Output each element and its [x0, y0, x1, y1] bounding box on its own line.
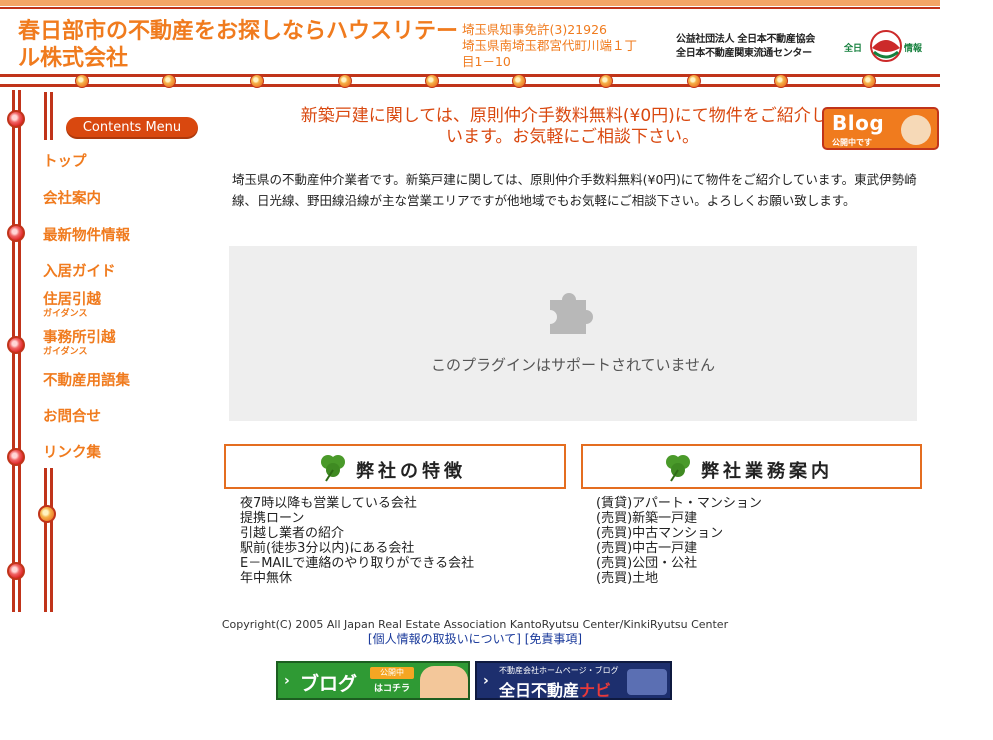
services-title: 弊社業務案内	[701, 461, 833, 482]
zennichi-logo[interactable]: 全日 情報	[842, 26, 930, 66]
navi-banner[interactable]: › 不動産会社ホームページ・ブログ 全日不動産ナビ	[475, 661, 672, 700]
site-title[interactable]: 春日部市の不動産をお探しならハウスリテール株式会社	[18, 18, 458, 72]
header-rail-bottom	[0, 84, 940, 87]
list-item: (賃貸)アパート・マンション	[596, 496, 762, 511]
rail-mid-2	[50, 92, 53, 140]
contents-menu-title: Contents Menu	[66, 117, 198, 139]
privacy-policy-link[interactable]: [個人情報の取扱いについて]	[368, 632, 521, 646]
nav-links[interactable]: リンク集	[43, 441, 101, 462]
plugin-unsupported-message: このプラグインはサポートされていません	[430, 356, 716, 374]
features-title: 弊社の特徴	[356, 461, 466, 482]
footer-links: [個人情報の取扱いについて] [免責事項]	[190, 630, 760, 647]
nav-top[interactable]: トップ	[43, 150, 87, 171]
top-rule-dark	[0, 7, 940, 9]
list-item: 夜7時以降も営業している会社	[240, 496, 417, 511]
nav-move-in-guide[interactable]: 入居ガイド	[43, 260, 116, 281]
nav-home-moving-sub: ガイダンス	[43, 309, 88, 319]
blog-banner-badge: 公開中	[370, 667, 414, 679]
company-address: 埼玉県南埼玉郡宮代町川端１丁目1－10	[462, 38, 638, 69]
nav-company[interactable]: 会社案内	[43, 187, 101, 208]
arrow-right-icon: ›	[483, 673, 489, 689]
people-icon	[420, 666, 468, 698]
rail-bead	[862, 74, 876, 88]
association-info: 公益社団法人 全日本不動産協会 全日本不動産関東流通センター	[676, 33, 836, 61]
rail-mid-4	[50, 468, 53, 612]
rabbit-icon	[901, 115, 931, 145]
logo-label-right: 情報	[904, 44, 923, 54]
unsupported-plugin-box: このプラグインはサポートされていません	[229, 246, 917, 421]
top-rule	[0, 0, 940, 6]
intro-text: 埼玉県の不動産仲介業者です。新築戸建に関しては、原則仲介手数料無料(¥0円)にて…	[232, 172, 917, 208]
blog-banner[interactable]: › ブログ 公開中 はコチラ	[276, 661, 470, 700]
list-item: E－MAILで連絡のやり取りができる会社	[240, 556, 475, 571]
rail-bead	[162, 74, 176, 88]
list-item: (売買)中古一戸建	[596, 541, 698, 556]
features-header: 弊社の特徴	[224, 444, 566, 489]
rail-bead	[7, 562, 25, 580]
devices-icon	[627, 669, 667, 695]
blog-banner-sub: はコチラ	[373, 684, 410, 694]
nav-office-moving-sub: ガイダンス	[43, 347, 88, 357]
list-item: 引越し業者の紹介	[240, 526, 345, 541]
clover-icon	[666, 455, 690, 482]
rail-bead	[38, 505, 56, 523]
list-item: (売買)新築一戸建	[596, 511, 698, 526]
services-header: 弊社業務案内	[581, 444, 922, 489]
rail-bead	[774, 74, 788, 88]
association-center: 全日本不動産関東流通センター	[676, 48, 812, 59]
logo-label-left: 全日	[844, 44, 863, 54]
rail-mid-3	[44, 468, 47, 612]
list-item: (売買)土地	[596, 571, 659, 586]
rail-bead	[599, 74, 613, 88]
puzzle-icon	[550, 293, 593, 334]
rail-bead	[7, 110, 25, 128]
clover-icon	[321, 455, 345, 482]
license-number: 埼玉県知事免許(3)21926	[462, 22, 607, 37]
rail-bead	[250, 74, 264, 88]
blog-badge-title: Blog	[832, 111, 885, 135]
nav-properties[interactable]: 最新物件情報	[43, 224, 130, 245]
disclaimer-link[interactable]: [免責事項]	[525, 632, 582, 646]
license-info: 埼玉県知事免許(3)21926 埼玉県南埼玉郡宮代町川端１丁目1－10	[462, 22, 642, 70]
rail-mid-1	[44, 92, 47, 140]
list-item: 駅前(徒歩3分以内)にある会社	[240, 541, 415, 556]
features-list: 夜7時以降も営業している会社 提携ローン 引越し業者の紹介 駅前(徒歩3分以内)…	[240, 496, 474, 586]
arrow-right-icon: ›	[284, 673, 290, 689]
header-rail-top	[0, 74, 940, 77]
navi-banner-main-text: 全日不動産	[499, 681, 580, 700]
rail-bead	[512, 74, 526, 88]
list-item: 提携ローン	[240, 511, 305, 526]
rail-bead	[425, 74, 439, 88]
rail-bead	[7, 448, 25, 466]
navi-banner-accent: ナビ	[579, 681, 612, 700]
association-name: 公益社団法人 全日本不動産協会	[676, 34, 815, 45]
navi-banner-main: 全日不動産ナビ	[499, 677, 612, 700]
list-item: 年中無休	[240, 571, 293, 586]
navi-banner-top: 不動産会社ホームページ・ブログ	[499, 666, 619, 675]
blog-badge-link[interactable]: Blog 公開中です	[822, 107, 939, 150]
rail-bead	[7, 336, 25, 354]
nav-glossary[interactable]: 不動産用語集	[43, 369, 130, 390]
list-item: (売買)公団・公社	[596, 556, 698, 571]
page: 春日部市の不動産をお探しならハウスリテール株式会社 埼玉県知事免許(3)2192…	[0, 0, 940, 740]
blog-banner-title: ブログ	[300, 673, 358, 695]
rail-bead	[75, 74, 89, 88]
commission-notice: 新築戸建に関しては、原則仲介手数料無料(¥0円)にて物件をご紹介しています。お気…	[300, 106, 845, 147]
services-list: (賃貸)アパート・マンション (売買)新築一戸建 (売買)中古マンション (売買…	[596, 496, 762, 586]
rail-bead	[7, 224, 25, 242]
blog-badge-sub: 公開中です	[832, 138, 872, 147]
rail-bead	[338, 74, 352, 88]
rail-bead	[687, 74, 701, 88]
list-item: (売買)中古マンション	[596, 526, 724, 541]
nav-contact[interactable]: お問合せ	[43, 405, 101, 426]
